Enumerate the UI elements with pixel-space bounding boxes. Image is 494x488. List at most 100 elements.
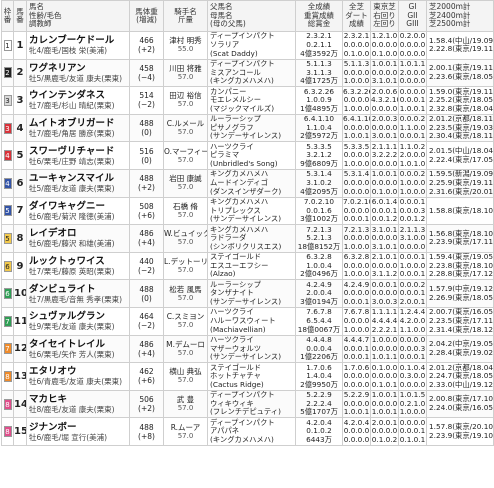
table-row[interactable]: 4 5 スワーヴリチャード 牡6/栗毛/庄野 靖志(栗東) 516 (0) O.… xyxy=(1,141,494,170)
jockey-name-link[interactable]: 松若 風馬 xyxy=(165,285,207,294)
gate-cell: 4.4.4.7 0.0.0.1 0.0.0.1 xyxy=(342,334,371,364)
jockey-name-link[interactable]: 川田 将雅 xyxy=(165,64,207,73)
header-weight[interactable]: 馬体重 (増減) xyxy=(129,0,164,32)
weight-diff: (+6) xyxy=(138,376,155,386)
horse-name-link[interactable]: エタリオウ xyxy=(28,366,129,377)
horse-cell: ウインテンダネス 牡7/鹿毛/杉山 晴紀(栗東) xyxy=(26,86,130,115)
horse-name-link[interactable]: スワーヴリチャード xyxy=(28,146,129,157)
horse-name-link[interactable]: カレンブーケドール xyxy=(28,35,129,46)
header-g1[interactable]: GI GII GIII xyxy=(398,0,427,32)
grade-cell: 0.1.0.4 0.3.0.0 0.0.0.0 xyxy=(398,362,427,391)
header-waku[interactable]: 枠 番 xyxy=(1,0,14,32)
header-horse[interactable]: 馬名 性齢/毛色 調教師 xyxy=(26,0,130,32)
horse-name-link[interactable]: ルックトゥワイス xyxy=(28,256,129,267)
records-cell: 1.59.4(東京/19.05) 2.23.8(東京/18.10) 2.28.8… xyxy=(426,251,494,281)
header-pedigree[interactable]: 父馬名 母馬名 (母の父馬) xyxy=(207,0,296,32)
header-records[interactable]: 芝2000m計 芝2400m計 芝2500m計 xyxy=(426,0,494,32)
table-row[interactable]: 7 12 タイセイトレイル 牡6/栗毛/矢作 芳人(栗東) 486 (+4) M… xyxy=(1,334,494,364)
horse-name-link[interactable]: シュヴァルグラン xyxy=(28,311,129,322)
total-prize: 4億2095万 xyxy=(300,186,338,196)
weight-diff: (+4) xyxy=(138,238,155,248)
weight-diff: (0) xyxy=(141,155,152,165)
weight-cell: 488 (+2) xyxy=(129,168,164,198)
weight-diff: (+4) xyxy=(138,348,155,358)
tokyo-cell: 1.2.1.0 0.0.0.0 0.1.0.0 xyxy=(370,31,399,60)
table-row[interactable]: 7 11 シュヴァルグラン 牡9/栗毛/友道 康夫(栗東) 464 (−2) C… xyxy=(1,306,494,336)
record-2400m: 2.26.9(東京/18.05) xyxy=(429,292,494,302)
jockey-name-link[interactable]: M.デムーロ xyxy=(165,340,207,349)
jockey-name-link[interactable]: 津村 明秀 xyxy=(165,36,207,45)
horse-cell: スワーヴリチャード 牡6/栗毛/庄野 靖志(栗東) xyxy=(26,141,130,170)
waku-badge: 7 xyxy=(3,343,12,355)
table-row[interactable]: 8 13 エタリオウ 牡6/青鹿毛/友道 康夫(栗東) 462 (+6) 横山 … xyxy=(1,362,494,391)
totals-cell: 1.7.0.6 1.4.0.4 2億9950万 xyxy=(295,362,343,391)
horse-name-link[interactable]: ジナンボー xyxy=(28,422,129,433)
uma-number: 1 xyxy=(13,31,27,60)
grade-cell: 1.0.1.5 0.2.1.0 1.0.0.0 xyxy=(398,389,427,419)
dam-sire-name: (Cactus Ridge) xyxy=(210,379,264,389)
header-gate[interactable]: 全芝 ダート 成績 xyxy=(342,0,371,32)
uma-number: 8 xyxy=(13,224,27,253)
horse-cell: ダンビュライト 牡7/黒鹿毛/音無 秀孝(栗東) xyxy=(26,279,130,308)
horse-name-link[interactable]: ウインテンダネス xyxy=(28,90,129,101)
jockey-name-link[interactable]: 石橋 脩 xyxy=(165,202,207,211)
gate-record: 0.0.0.0 xyxy=(343,434,370,444)
tokyo-cell: 1.0.0.1 0.0.0.0 1.0.0.1 xyxy=(370,389,399,419)
horse-name-link[interactable]: ダイワキャグニー xyxy=(28,201,129,212)
pedigree-cell: ルーラーシップ ピサノグラフ (サンデーサイレンス) xyxy=(207,113,296,143)
header-totals[interactable]: 全成績 重賞成績 総賞金 xyxy=(295,0,343,32)
weight-cell: 440 (−2) xyxy=(129,251,164,281)
table-row[interactable]: 3 4 ムイトオブリガード 牡7/鹿毛/角居 勝彦(栗東) 488 (0) C.… xyxy=(1,113,494,143)
body-weight: 488 xyxy=(139,284,154,294)
table-row[interactable]: 8 14 マカヒキ 牡8/鹿毛/友道 康夫(栗東) 506 (+2) 武 豊 5… xyxy=(1,389,494,419)
table-row[interactable]: 5 7 ダイワキャグニー 牡6/鹿毛/菊沢 隆徳(美浦) 508 (+6) 石橋… xyxy=(1,196,494,226)
header-tokyo[interactable]: 東京芝 右回り 左回り xyxy=(370,0,399,32)
jockey-name-link[interactable]: R.ムーア xyxy=(165,423,207,432)
table-row[interactable]: 5 8 レイデオロ 牡6/鹿毛/藤沢 和雄(美浦) 486 (+4) W.ビュイ… xyxy=(1,224,494,253)
jockey-name-link[interactable]: 岩田 康誠 xyxy=(165,174,207,183)
horse-name-link[interactable]: レイデオロ xyxy=(28,228,129,239)
jockey-name-link[interactable]: O.マーフィー xyxy=(165,147,207,156)
table-row[interactable]: 3 3 ウインテンダネス 牡7/鹿毛/杉山 晴紀(栗東) 514 (−2) 田辺… xyxy=(1,86,494,115)
jockey-name-link[interactable]: 田辺 裕信 xyxy=(165,91,207,100)
horse-name-link[interactable]: マカヒキ xyxy=(28,394,129,405)
jockey-name-link[interactable]: C.ルメール xyxy=(165,119,207,128)
horse-name-link[interactable]: ムイトオブリガード xyxy=(28,118,129,129)
tokyo-cell: 0.1.0.0 0.0.0.0 0.1.0.1 xyxy=(370,362,399,391)
horse-name-link[interactable]: タイセイトレイル xyxy=(28,339,129,350)
left-turn-record: 3.0.0.3 xyxy=(371,296,398,306)
waku-cell: 8 xyxy=(1,417,14,446)
jockey-name-link[interactable]: L.デットーリ xyxy=(165,257,207,266)
g3-record: 0.0.0.0 xyxy=(399,379,426,389)
record-2400m: 2.22.8(東京/19.11) xyxy=(429,44,494,54)
gate-cell: 7.0.2.10 0.0.0.0 0.0.0.1 xyxy=(342,196,371,226)
horse-name-link[interactable]: ダンビュライト xyxy=(28,284,129,295)
pedigree-cell: キングカメハメハ トリプレックス (サンデーサイレンス) xyxy=(207,196,296,226)
horse-meta: 牡7/鹿毛/杉山 晴紀(栗東) xyxy=(29,101,115,111)
jockey-name-link[interactable]: C.スミヨン xyxy=(165,312,207,321)
jockey-name-link[interactable]: 武 豊 xyxy=(165,395,207,404)
horse-name-link[interactable]: ユーキャンスマイル xyxy=(28,173,129,184)
horse-meta: 牡6/青鹿毛/友道 康夫(栗東) xyxy=(29,377,123,387)
table-row[interactable]: 6 9 ルックトゥワイス 牡7/栗毛/藤原 英昭(栗東) 440 (−2) L.… xyxy=(1,251,494,281)
records-cell: 2.00.8(東京/17.10) 2.24.0(東京/16.05) xyxy=(426,389,494,419)
header-jockey[interactable]: 騎手名 斤量 xyxy=(163,0,208,32)
table-row[interactable]: 6 10 ダンビュライト 牡7/黒鹿毛/音無 秀孝(栗東) 488 (0) 松若… xyxy=(1,279,494,308)
uma-number: 11 xyxy=(13,306,27,336)
weight-diff: (−2) xyxy=(138,266,155,276)
table-row[interactable]: 8 15 ジナンボー 牡6/鹿毛/堀 宣行(美浦) 488 (+8) R.ムーア… xyxy=(1,417,494,446)
horse-name-link[interactable]: ワグネリアン xyxy=(28,63,129,74)
uma-number: 2 xyxy=(13,58,27,88)
body-weight: 506 xyxy=(139,395,154,405)
header-uma[interactable]: 馬 番 xyxy=(13,0,27,32)
table-row[interactable]: 2 2 ワグネリアン 牡5/黒鹿毛/友道 康夫(栗東) 458 (−4) 川田 … xyxy=(1,58,494,88)
table-row[interactable]: 1 1 カレンブーケドール 牝4/鹿毛/国枝 栄(美浦) 466 (+2) 津村… xyxy=(1,31,494,60)
record-2500m: 2.33.0(中山/19.12) xyxy=(429,379,494,389)
jockey-name-link[interactable]: W.ビュイック xyxy=(165,229,207,238)
tokyo-cell: 1.0.0.1 0.0.0.0 3.1.0.1 xyxy=(370,58,399,88)
jockey-name-link[interactable]: 横山 典弘 xyxy=(165,367,207,376)
tokyo-cell: 2.0.0.6 4.3.2.10 0.0.0.0 xyxy=(370,86,399,115)
totals-cell: 7.0.2.10 0.0.1.6 3億1002万 xyxy=(295,196,343,226)
table-row[interactable]: 4 6 ユーキャンスマイル 牡5/鹿毛/友道 康夫(栗東) 488 (+2) 岩… xyxy=(1,168,494,198)
total-prize: 9億6809万 xyxy=(300,158,338,168)
